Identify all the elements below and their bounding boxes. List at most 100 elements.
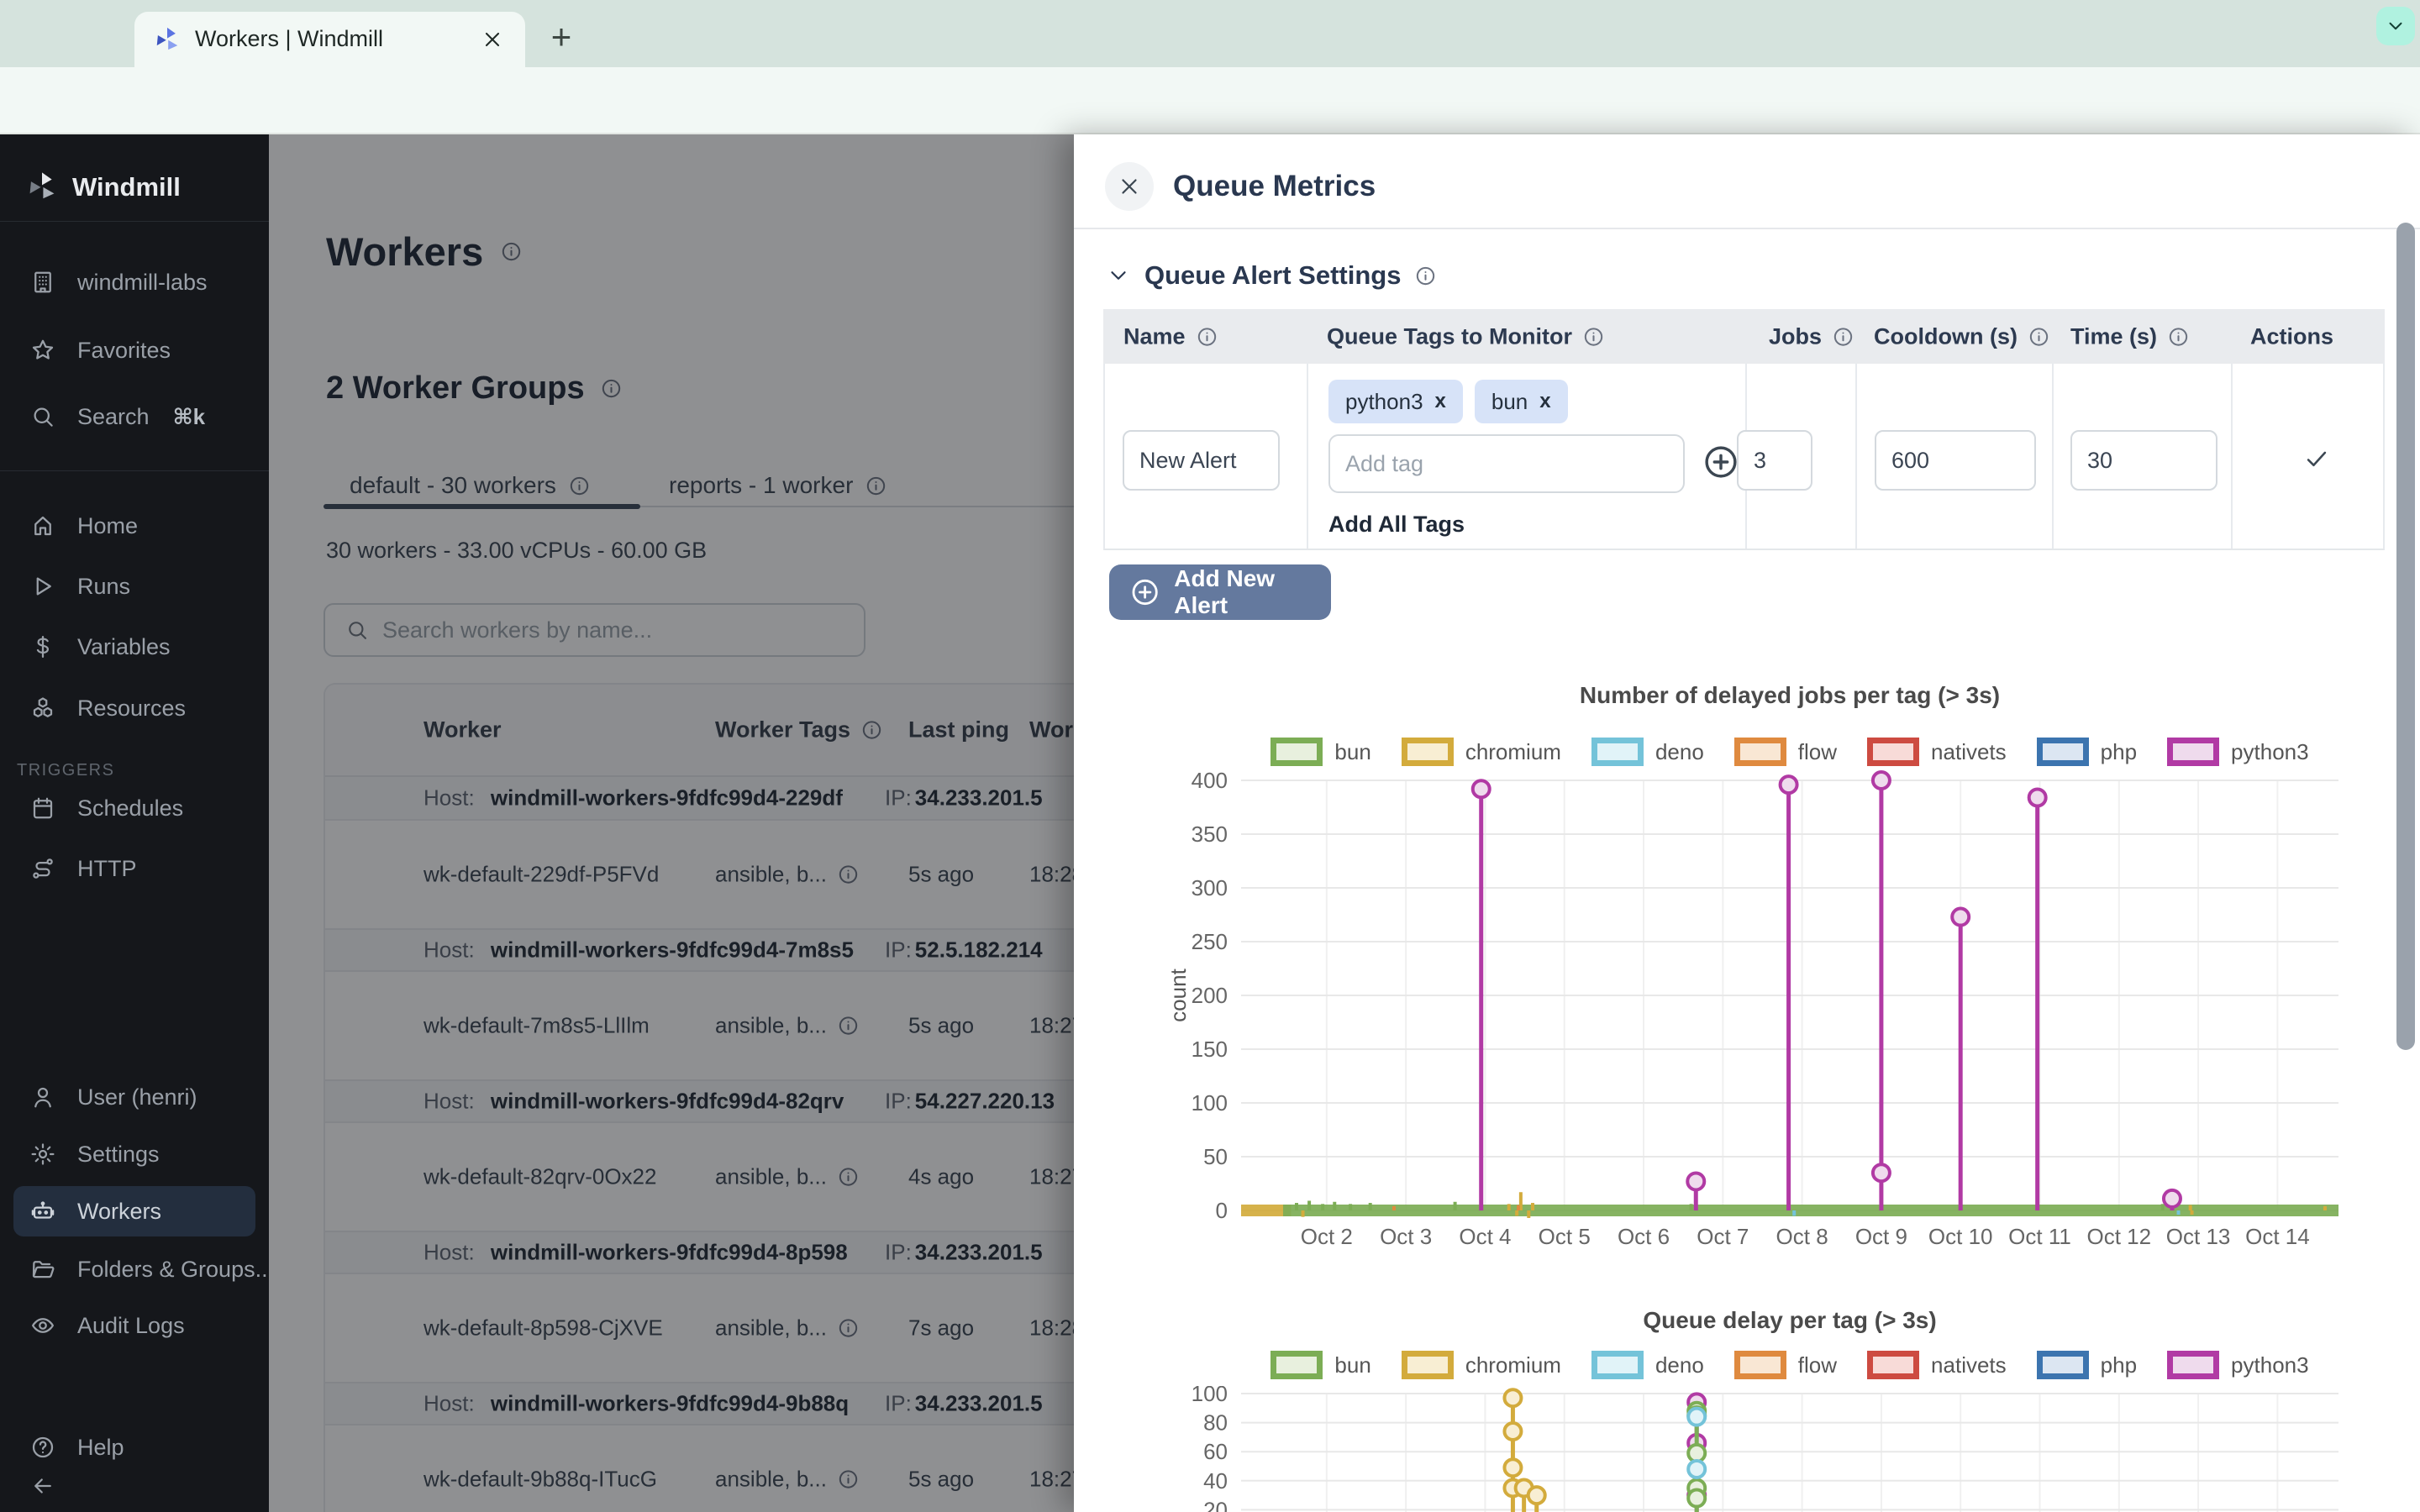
- sidebar-item-label: Variables: [77, 634, 171, 660]
- sidebar-item-resources[interactable]: Resources: [0, 683, 269, 733]
- legend-item-chromium[interactable]: chromium: [1402, 738, 1561, 766]
- info-icon[interactable]: [1832, 325, 1854, 348]
- add-all-tags-link[interactable]: Add All Tags: [1328, 512, 1465, 538]
- new-tab-button[interactable]: +: [543, 18, 580, 55]
- confirm-alert-icon[interactable]: [2302, 444, 2331, 473]
- monitored-tags: python3xbunx: [1328, 380, 1580, 423]
- svg-text:Oct 5: Oct 5: [1539, 1224, 1591, 1249]
- triggers-section-label: TRIGGERS: [17, 761, 114, 780]
- svg-text:Oct 13: Oct 13: [2166, 1224, 2231, 1249]
- sidebar-item-variables[interactable]: Variables: [0, 622, 269, 672]
- legend-swatch: [1867, 1351, 1919, 1379]
- alert-column-header: Jobs: [1769, 323, 1854, 349]
- collapse-sidebar-icon[interactable]: [30, 1473, 55, 1499]
- sidebar-item-user[interactable]: User (henri): [0, 1072, 269, 1122]
- svg-text:350: 350: [1192, 822, 1228, 847]
- svg-text:250: 250: [1192, 929, 1228, 954]
- route-icon: [30, 856, 55, 881]
- legend-swatch: [1270, 738, 1323, 766]
- browser-tab[interactable]: Workers | Windmill: [134, 12, 525, 67]
- sidebar-item-audit[interactable]: Audit Logs: [0, 1300, 269, 1351]
- svg-text:Oct 9: Oct 9: [1855, 1224, 1907, 1249]
- sidebar-item-label: Folders & Groups...: [77, 1257, 274, 1283]
- browser-tab-strip: Workers | Windmill +: [0, 0, 2420, 67]
- alert-table-row: python3xbunx Add All Tags: [1103, 364, 2385, 550]
- legend-item-nativets[interactable]: nativets: [1867, 738, 2007, 766]
- tab-close-icon[interactable]: [481, 28, 504, 51]
- svg-text:400: 400: [1192, 769, 1228, 793]
- sidebar-item-runs[interactable]: Runs: [0, 561, 269, 612]
- drawer-scrollbar[interactable]: [2396, 223, 2415, 1050]
- legend-item-chromium[interactable]: chromium: [1402, 1351, 1561, 1379]
- svg-text:Oct 11: Oct 11: [2008, 1224, 2071, 1249]
- svg-text:20: 20: [1203, 1497, 1228, 1512]
- close-icon: [1117, 174, 1142, 199]
- add-tag-icon[interactable]: [1702, 443, 1740, 481]
- alert-name-input[interactable]: [1123, 430, 1280, 491]
- sidebar-item-home[interactable]: Home: [0, 501, 269, 551]
- legend-item-bun[interactable]: bun: [1270, 1351, 1370, 1379]
- brand-name: Windmill: [72, 172, 181, 202]
- close-drawer-button[interactable]: [1105, 162, 1154, 211]
- remove-tag-icon[interactable]: x: [1539, 390, 1550, 413]
- sidebar-item-schedules[interactable]: Schedules: [0, 783, 269, 833]
- tag-pill-bun: bunx: [1475, 380, 1568, 423]
- drawer-divider: [1074, 228, 2420, 229]
- svg-text:50: 50: [1203, 1144, 1228, 1169]
- legend-item-flow[interactable]: flow: [1734, 738, 1837, 766]
- legend-swatch: [2037, 738, 2089, 766]
- sidebar-item-label: Resources: [77, 696, 186, 722]
- help-icon: [30, 1435, 55, 1460]
- windmill-logo-icon[interactable]: [25, 170, 59, 203]
- legend-item-php[interactable]: php: [2037, 1351, 2137, 1379]
- legend-item-python3[interactable]: python3: [2167, 738, 2309, 766]
- sidebar-item-settings[interactable]: Settings: [0, 1129, 269, 1179]
- svg-text:150: 150: [1192, 1037, 1228, 1062]
- sidebar-item-folders[interactable]: Folders & Groups...: [0, 1244, 269, 1294]
- info-icon[interactable]: [1196, 325, 1218, 348]
- sidebar-item-http[interactable]: HTTP: [0, 843, 269, 894]
- sidebar-item-help[interactable]: Help: [0, 1422, 269, 1473]
- legend-item-deno[interactable]: deno: [1591, 1351, 1704, 1379]
- info-icon[interactable]: [1582, 325, 1605, 348]
- queue-delay-chart-legend: bun chromium deno flow nativets php python3: [1160, 1351, 2420, 1379]
- legend-swatch: [1734, 1351, 1786, 1379]
- folder-icon: [30, 1257, 55, 1282]
- jobs-input[interactable]: [1737, 430, 1812, 491]
- svg-text:Oct 10: Oct 10: [1928, 1224, 1993, 1249]
- delayed-jobs-chart-legend: bun chromium deno flow nativets php python3: [1160, 738, 2420, 766]
- legend-item-php[interactable]: php: [2037, 738, 2137, 766]
- legend-item-deno[interactable]: deno: [1591, 738, 1704, 766]
- svg-text:200: 200: [1192, 983, 1228, 1008]
- add-tag-input[interactable]: [1328, 434, 1685, 493]
- user-icon: [30, 1084, 55, 1110]
- svg-text:count: count: [1165, 968, 1191, 1021]
- sidebar-item-windmill-labs[interactable]: windmill-labs: [0, 257, 269, 307]
- sidebar-item-workers[interactable]: Workers: [13, 1186, 255, 1236]
- sidebar-item-favorites[interactable]: Favorites: [0, 325, 269, 375]
- legend-item-python3[interactable]: python3: [2167, 1351, 2309, 1379]
- remove-tag-icon[interactable]: x: [1435, 390, 1446, 413]
- svg-text:Oct 6: Oct 6: [1618, 1224, 1670, 1249]
- time-input[interactable]: [2070, 430, 2217, 491]
- sidebar-item-search[interactable]: Search⌘k: [0, 391, 269, 442]
- add-new-alert-button[interactable]: Add New Alert: [1109, 564, 1331, 620]
- svg-text:Oct 2: Oct 2: [1301, 1224, 1353, 1249]
- tab-search-button[interactable]: [2376, 7, 2415, 45]
- calendar-icon: [30, 795, 55, 821]
- legend-item-bun[interactable]: bun: [1270, 738, 1370, 766]
- drawer-backdrop[interactable]: [269, 134, 1074, 1512]
- legend-item-flow[interactable]: flow: [1734, 1351, 1837, 1379]
- legend-item-nativets[interactable]: nativets: [1867, 1351, 2007, 1379]
- sidebar-item-label: HTTP: [77, 856, 137, 882]
- info-icon[interactable]: [2028, 325, 2050, 348]
- legend-swatch: [1591, 738, 1644, 766]
- sidebar-item-label: Schedules: [77, 795, 183, 822]
- alert-column-header: Queue Tags to Monitor: [1327, 323, 1605, 349]
- legend-swatch: [1402, 1351, 1454, 1379]
- cubes-icon: [30, 696, 55, 721]
- tab-title: Workers | Windmill: [195, 24, 383, 53]
- info-icon[interactable]: [2167, 325, 2190, 348]
- queue-alert-settings-header[interactable]: Queue Alert Settings: [1106, 260, 1437, 291]
- cooldown-input[interactable]: [1875, 430, 2036, 491]
